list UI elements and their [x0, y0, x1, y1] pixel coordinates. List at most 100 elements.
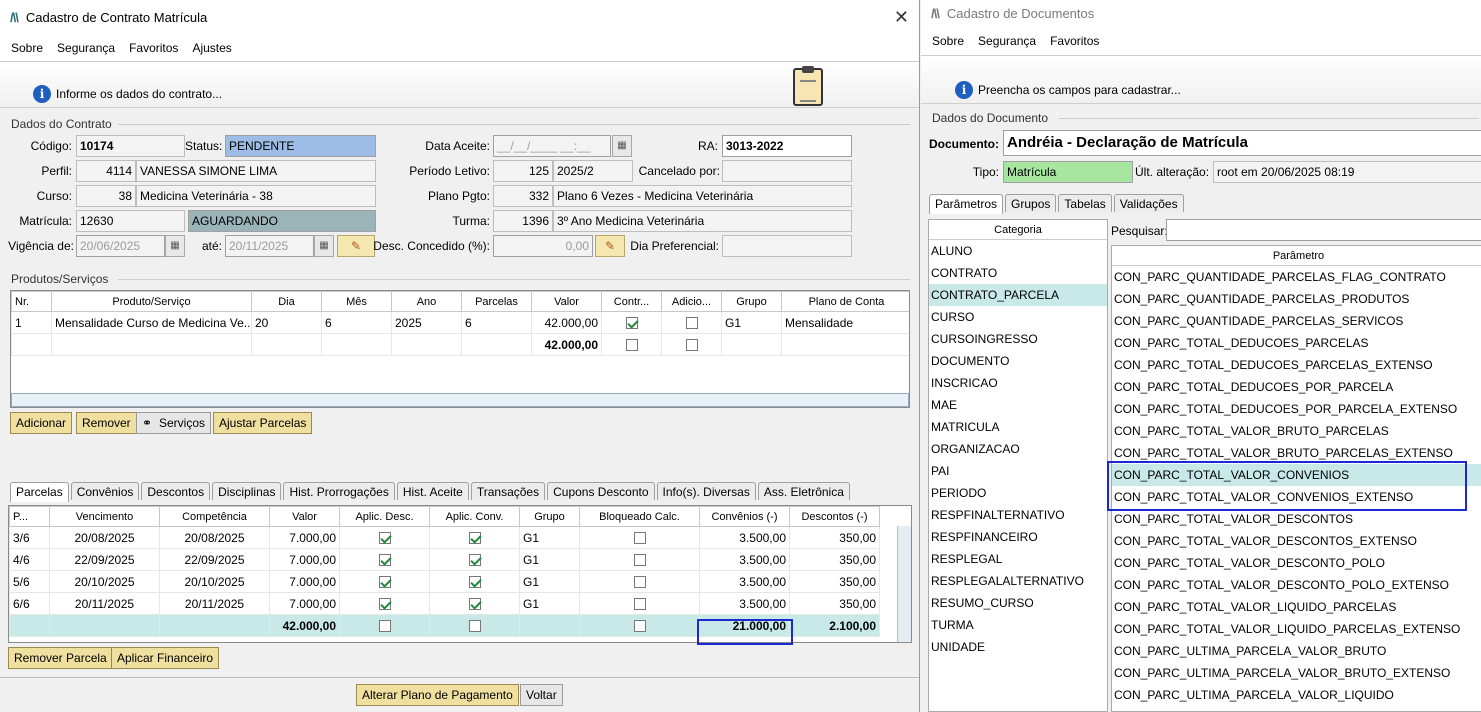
- checkbox[interactable]: [685, 339, 698, 352]
- curso-name-field[interactable]: Medicina Veterinária - 38: [136, 185, 376, 207]
- remover-parcela-button[interactable]: Remover Parcela: [8, 647, 113, 669]
- vigencia-de-field[interactable]: 20/06/2025: [76, 235, 165, 257]
- list-item[interactable]: CON_PARC_TOTAL_VALOR_LIQUIDO_PARCELAS: [1112, 596, 1481, 618]
- documento-field[interactable]: Andréia - Declaração de Matrícula: [1003, 130, 1481, 156]
- plano-code-field[interactable]: 332: [493, 185, 553, 207]
- col-adicio[interactable]: Adicio...: [661, 291, 722, 312]
- list-item[interactable]: CON_PARC_ULTIMA_PARCELA_VALOR_LIQUIDO: [1112, 684, 1481, 706]
- tab-tabelas[interactable]: Tabelas: [1058, 194, 1112, 212]
- ult-alteracao-field[interactable]: root em 20/06/2025 08:19: [1213, 161, 1481, 183]
- list-item[interactable]: CON_PARC_ULTIMA_PARCELA_VALOR_BRUTO_EXTE…: [1112, 662, 1481, 684]
- col-grupo[interactable]: Grupo: [721, 291, 782, 312]
- list-item[interactable]: RESPFINALTERNATIVO: [929, 504, 1107, 526]
- tab-info-diversas[interactable]: Info(s). Diversas: [656, 482, 756, 500]
- table-row[interactable]: 3/6 20/08/2025 20/08/2025 7.000,00 G1 3.…: [9, 526, 880, 549]
- calendar-icon[interactable]: ▦: [165, 235, 185, 257]
- table-row[interactable]: 4/6 22/09/2025 22/09/2025 7.000,00 G1 3.…: [9, 548, 880, 571]
- list-item[interactable]: ALUNO: [929, 240, 1107, 262]
- col-mes[interactable]: Mês: [321, 291, 392, 312]
- list-item[interactable]: MAE: [929, 394, 1107, 416]
- checkbox[interactable]: [378, 598, 391, 611]
- col-contr[interactable]: Contr...: [601, 291, 662, 312]
- voltar-button[interactable]: Voltar: [520, 684, 563, 706]
- list-item[interactable]: INSCRICAO: [929, 372, 1107, 394]
- list-item[interactable]: CONTRATO: [929, 262, 1107, 284]
- col-aplic-conv[interactable]: Aplic. Conv.: [429, 506, 520, 527]
- checkbox[interactable]: [685, 317, 698, 330]
- menu-favoritos[interactable]: Favoritos: [1050, 34, 1099, 48]
- list-item[interactable]: CON_PARC_TOTAL_VALOR_BRUTO_PARCELAS: [1112, 420, 1481, 442]
- checkbox[interactable]: [468, 532, 481, 545]
- menu-sobre[interactable]: Sobre: [932, 34, 964, 48]
- horizontal-scrollbar[interactable]: [11, 393, 909, 407]
- col-dia[interactable]: Dia: [251, 291, 322, 312]
- checkbox[interactable]: [633, 620, 646, 633]
- col-convenios[interactable]: Convênios (-): [699, 506, 790, 527]
- matricula-status-field[interactable]: AGUARDANDO: [188, 210, 376, 232]
- list-item[interactable]: CON_PARC_TOTAL_VALOR_LIQUIDO_PARCELAS_EX…: [1112, 618, 1481, 640]
- parametro-header[interactable]: Parâmetro: [1112, 246, 1481, 266]
- col-ano[interactable]: Ano: [391, 291, 462, 312]
- list-item[interactable]: CON_PARC_QUANTIDADE_PARCELAS_SERVICOS: [1112, 310, 1481, 332]
- plano-name-field[interactable]: Plano 6 Vezes - Medicina Veterinária: [553, 185, 852, 207]
- clipboard-icon[interactable]: [793, 66, 823, 106]
- list-item[interactable]: RESUMO_CURSO: [929, 592, 1107, 614]
- tab-cupons-desconto[interactable]: Cupons Desconto: [547, 482, 655, 500]
- periodo-code-field[interactable]: 125: [493, 160, 553, 182]
- tipo-field[interactable]: Matrícula: [1003, 161, 1133, 183]
- tab-disciplinas[interactable]: Disciplinas: [212, 482, 282, 500]
- tab-ass-eletronica[interactable]: Ass. Eletrônica: [757, 482, 850, 500]
- list-item[interactable]: RESPLEGALALTERNATIVO: [929, 570, 1107, 592]
- ajustar-parcelas-button[interactable]: Ajustar Parcelas: [213, 412, 313, 434]
- checkbox[interactable]: [625, 339, 638, 352]
- list-item[interactable]: RESPFINANCEIRO: [929, 526, 1107, 548]
- desc-concedido-field[interactable]: 0,00: [493, 235, 593, 257]
- categoria-header[interactable]: Categoria: [929, 220, 1107, 240]
- turma-code-field[interactable]: 1396: [493, 210, 553, 232]
- col-competencia[interactable]: Competência: [159, 506, 270, 527]
- list-item[interactable]: PERIODO: [929, 482, 1107, 504]
- list-item[interactable]: CURSOINGRESSO: [929, 328, 1107, 350]
- matricula-field[interactable]: 12630: [76, 210, 185, 232]
- dia-pref-field[interactable]: [722, 235, 852, 257]
- checkbox[interactable]: [378, 532, 391, 545]
- col-plano-conta[interactable]: Plano de Conta: [781, 291, 909, 312]
- col-valor[interactable]: Valor: [269, 506, 340, 527]
- list-item[interactable]: CON_PARC_TOTAL_VALOR_DESCONTO_POLO_EXTEN…: [1112, 574, 1481, 596]
- list-item[interactable]: CON_PARC_TOTAL_VALOR_DESCONTOS_EXTENSO: [1112, 530, 1481, 552]
- tab-hist-aceite[interactable]: Hist. Aceite: [396, 482, 469, 500]
- edit-pencil-icon[interactable]: ✎: [595, 235, 625, 257]
- checkbox[interactable]: [378, 554, 391, 567]
- checkbox[interactable]: [633, 576, 646, 589]
- perfil-code-field[interactable]: 4114: [76, 160, 136, 182]
- list-item[interactable]: CON_PARC_TOTAL_VALOR_DESCONTO_POLO: [1112, 552, 1481, 574]
- tab-transacoes[interactable]: Transações: [470, 482, 546, 500]
- vertical-scrollbar[interactable]: [897, 526, 911, 642]
- col-p[interactable]: P...: [9, 506, 50, 527]
- tab-grupos[interactable]: Grupos: [1005, 194, 1057, 212]
- calendar-icon[interactable]: ▦: [612, 135, 632, 157]
- tab-hist-prorrogacoes[interactable]: Hist. Prorrogações: [283, 482, 395, 500]
- servicos-button[interactable]: ⚭ Serviços: [136, 412, 212, 434]
- data-aceite-field[interactable]: __/__/____ __:__: [493, 135, 611, 157]
- col-parcelas[interactable]: Parcelas: [461, 291, 532, 312]
- col-vencimento[interactable]: Vencimento: [49, 506, 160, 527]
- checkbox[interactable]: [378, 576, 391, 589]
- table-row[interactable]: 5/6 20/10/2025 20/10/2025 7.000,00 G1 3.…: [9, 570, 880, 593]
- list-item[interactable]: CON_PARC_TOTAL_DEDUCOES_POR_PARCELA_EXTE…: [1112, 398, 1481, 420]
- checkbox[interactable]: [468, 620, 481, 633]
- checkbox[interactable]: [633, 554, 646, 567]
- tab-descontos[interactable]: Descontos: [141, 482, 211, 500]
- close-icon[interactable]: ✕: [894, 7, 909, 28]
- list-item[interactable]: CONTRATO_PARCELA: [929, 284, 1107, 306]
- list-item[interactable]: CON_PARC_TOTAL_DEDUCOES_POR_PARCELA: [1112, 376, 1481, 398]
- checkbox[interactable]: [468, 598, 481, 611]
- list-item[interactable]: ORGANIZACAO: [929, 438, 1107, 460]
- codigo-field[interactable]: 10174: [76, 135, 185, 157]
- list-item[interactable]: CON_PARC_QUANTIDADE_PARCELAS_PRODUTOS: [1112, 288, 1481, 310]
- menu-favoritos[interactable]: Favoritos: [129, 41, 178, 55]
- tab-convenios[interactable]: Convênios: [70, 482, 140, 500]
- alterar-plano-button[interactable]: Alterar Plano de Pagamento: [356, 684, 519, 706]
- col-grupo[interactable]: Grupo: [519, 506, 580, 527]
- list-item[interactable]: PAI: [929, 460, 1107, 482]
